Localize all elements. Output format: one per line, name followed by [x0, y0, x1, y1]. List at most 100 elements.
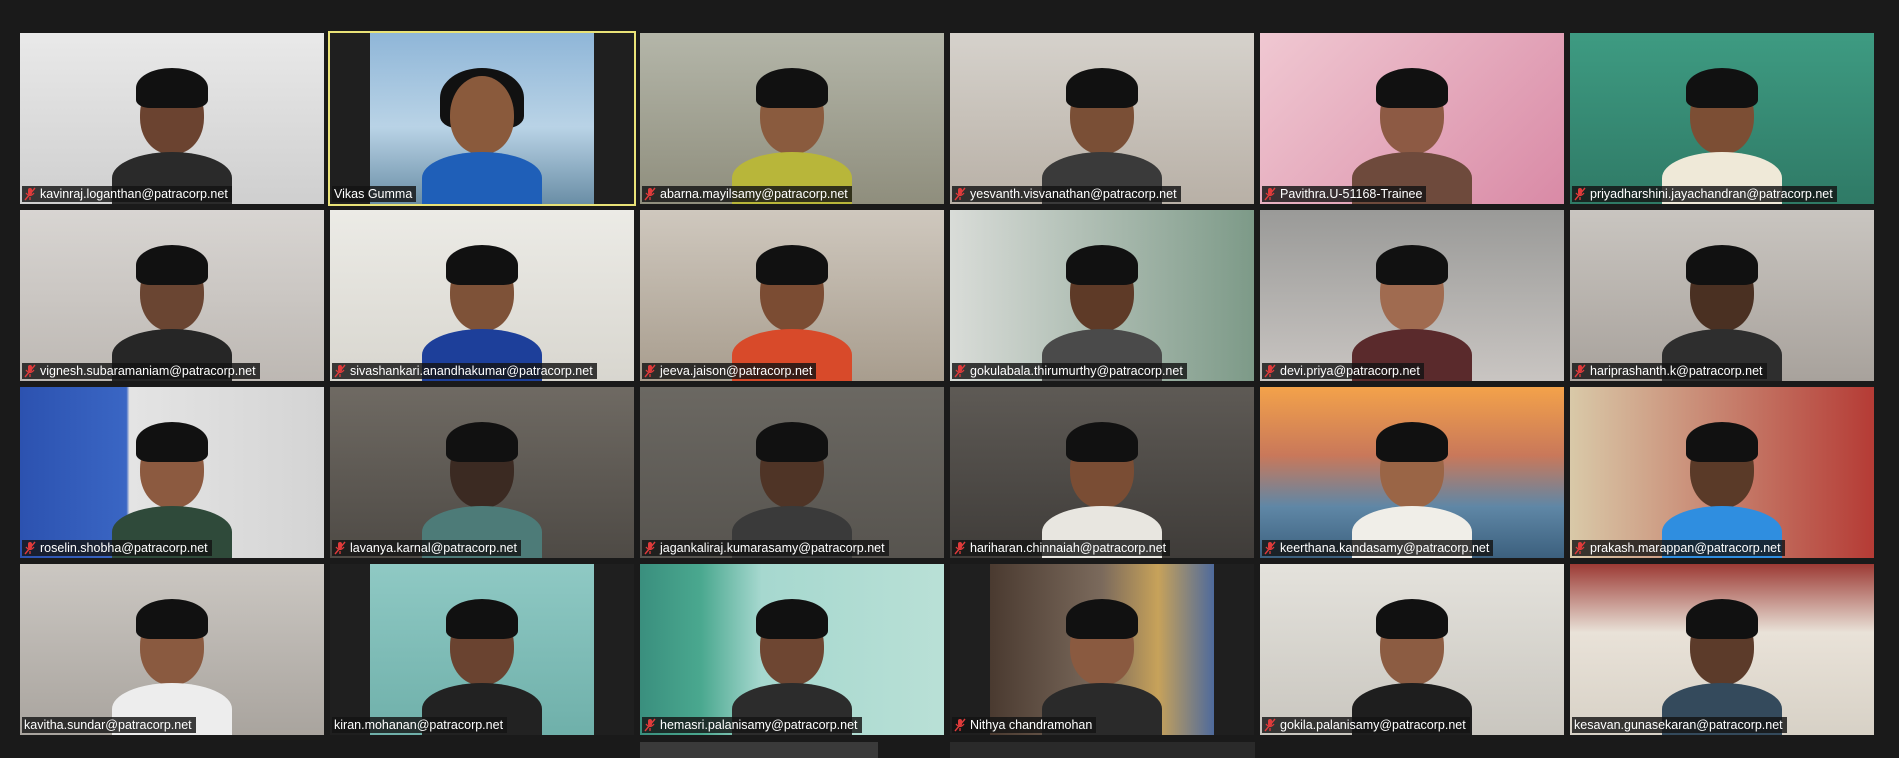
participant-name-label: devi.priya@patracorp.net [1262, 363, 1424, 379]
video-feed [330, 387, 634, 558]
participant-figure [1042, 54, 1162, 204]
participant-figure [1042, 408, 1162, 558]
muted-mic-icon [954, 187, 966, 201]
participant-name: hariprashanth.k@patracorp.net [1590, 364, 1763, 378]
participant-name-label: Nithya chandramohan [952, 717, 1097, 733]
participant-name-label: hariharan.chinnaiah@patracorp.net [952, 540, 1171, 556]
video-feed [1260, 210, 1564, 381]
partial-video-tile [640, 742, 878, 758]
participant-figure [422, 408, 542, 558]
muted-mic-icon [24, 364, 36, 378]
participant-figure [1352, 231, 1472, 381]
participant-name: gokila.palanisamy@patracorp.net [1280, 718, 1466, 732]
muted-mic-icon [644, 718, 656, 732]
participant-name-label: Pavithra.U-51168-Trainee [1262, 186, 1427, 202]
participant-tile[interactable]: kesavan.gunasekaran@patracorp.net [1570, 564, 1874, 735]
video-feed [950, 210, 1254, 381]
participant-tile[interactable]: sivashankari.anandhakumar@patracorp.net [330, 210, 634, 381]
video-feed [1570, 387, 1874, 558]
muted-mic-icon [1574, 187, 1586, 201]
participant-figure [1352, 585, 1472, 735]
video-feed [1260, 387, 1564, 558]
participant-name-label: hemasri.palanisamy@patracorp.net [642, 717, 862, 733]
video-gallery: kavinraj.loganthan@patracorp.net Vikas G… [20, 31, 1874, 735]
participant-tile[interactable]: roselin.shobha@patracorp.net [20, 387, 324, 558]
muted-mic-icon [644, 541, 656, 555]
participant-figure [1662, 408, 1782, 558]
video-feed [20, 33, 324, 204]
video-feed [20, 387, 324, 558]
participant-tile[interactable]: priyadharshini.jayachandran@patracorp.ne… [1570, 33, 1874, 204]
participant-tile[interactable]: Nithya chandramohan [950, 564, 1254, 735]
muted-mic-icon [334, 364, 346, 378]
participant-tile[interactable]: vignesh.subaramaniam@patracorp.net [20, 210, 324, 381]
participant-tile[interactable]: prakash.marappan@patracorp.net [1570, 387, 1874, 558]
video-feed [640, 33, 944, 204]
participant-name: priyadharshini.jayachandran@patracorp.ne… [1590, 187, 1833, 201]
participant-name-label: kiran.mohanan@patracorp.net [332, 717, 508, 733]
participant-figure [1352, 408, 1472, 558]
participant-name-label: abarna.mayilsamy@patracorp.net [642, 186, 852, 202]
muted-mic-icon [1264, 364, 1276, 378]
video-feed [1570, 210, 1874, 381]
participant-tile[interactable]: devi.priya@patracorp.net [1260, 210, 1564, 381]
participant-figure [112, 408, 232, 558]
participant-figure [1352, 54, 1472, 204]
participant-tile[interactable]: Pavithra.U-51168-Trainee [1260, 33, 1564, 204]
participant-figure [1042, 585, 1162, 735]
video-feed [1260, 564, 1564, 735]
participant-tile-active-speaker[interactable]: Vikas Gumma [328, 31, 636, 206]
participant-tile[interactable]: gokulabala.thirumurthy@patracorp.net [950, 210, 1254, 381]
video-feed [990, 564, 1214, 735]
participant-name-label: sivashankari.anandhakumar@patracorp.net [332, 363, 597, 379]
video-feed [950, 33, 1254, 204]
participant-tile[interactable]: kavitha.sundar@patracorp.net [20, 564, 324, 735]
video-feed [640, 387, 944, 558]
participant-name-label: kavitha.sundar@patracorp.net [22, 717, 196, 733]
participant-name-label: gokila.palanisamy@patracorp.net [1262, 717, 1470, 733]
participant-name: jagankaliraj.kumarasamy@patracorp.net [660, 541, 885, 555]
participant-tile[interactable]: abarna.mayilsamy@patracorp.net [640, 33, 944, 204]
participant-tile[interactable]: kiran.mohanan@patracorp.net [330, 564, 634, 735]
muted-mic-icon [644, 187, 656, 201]
video-feed [1570, 564, 1874, 735]
participant-name: hemasri.palanisamy@patracorp.net [660, 718, 858, 732]
video-feed [640, 564, 944, 735]
video-feed [330, 210, 634, 381]
participant-tile[interactable]: lavanya.karnal@patracorp.net [330, 387, 634, 558]
muted-mic-icon [954, 718, 966, 732]
participant-name-label: roselin.shobha@patracorp.net [22, 540, 212, 556]
muted-mic-icon [1264, 541, 1276, 555]
participant-tile[interactable]: hariharan.chinnaiah@patracorp.net [950, 387, 1254, 558]
participant-name-label: gokulabala.thirumurthy@patracorp.net [952, 363, 1187, 379]
participant-name: hariharan.chinnaiah@patracorp.net [970, 541, 1167, 555]
participant-figure [422, 54, 542, 204]
video-feed [370, 564, 594, 735]
participant-figure [112, 585, 232, 735]
muted-mic-icon [954, 541, 966, 555]
participant-figure [1662, 231, 1782, 381]
participant-name: Nithya chandramohan [970, 718, 1093, 732]
participant-name: prakash.marappan@patracorp.net [1590, 541, 1781, 555]
participant-tile[interactable]: yesvanth.visvanathan@patracorp.net [950, 33, 1254, 204]
participant-tile[interactable]: gokila.palanisamy@patracorp.net [1260, 564, 1564, 735]
muted-mic-icon [954, 364, 966, 378]
video-feed [20, 564, 324, 735]
participant-name-label: hariprashanth.k@patracorp.net [1572, 363, 1767, 379]
participant-tile[interactable]: hemasri.palanisamy@patracorp.net [640, 564, 944, 735]
participant-name: sivashankari.anandhakumar@patracorp.net [350, 364, 593, 378]
participant-name: Pavithra.U-51168-Trainee [1280, 187, 1423, 201]
participant-tile[interactable]: jagankaliraj.kumarasamy@patracorp.net [640, 387, 944, 558]
muted-mic-icon [334, 541, 346, 555]
participant-tile[interactable]: jeeva.jaison@patracorp.net [640, 210, 944, 381]
video-feed [20, 210, 324, 381]
participant-name: kavitha.sundar@patracorp.net [24, 718, 192, 732]
participant-tile[interactable]: keerthana.kandasamy@patracorp.net [1260, 387, 1564, 558]
participant-tile[interactable]: hariprashanth.k@patracorp.net [1570, 210, 1874, 381]
participant-name-label: Vikas Gumma [332, 186, 417, 202]
participant-tile[interactable]: kavinraj.loganthan@patracorp.net [20, 33, 324, 204]
muted-mic-icon [1574, 541, 1586, 555]
video-feed [1570, 33, 1874, 204]
video-feed [1260, 33, 1564, 204]
video-feed [950, 387, 1254, 558]
